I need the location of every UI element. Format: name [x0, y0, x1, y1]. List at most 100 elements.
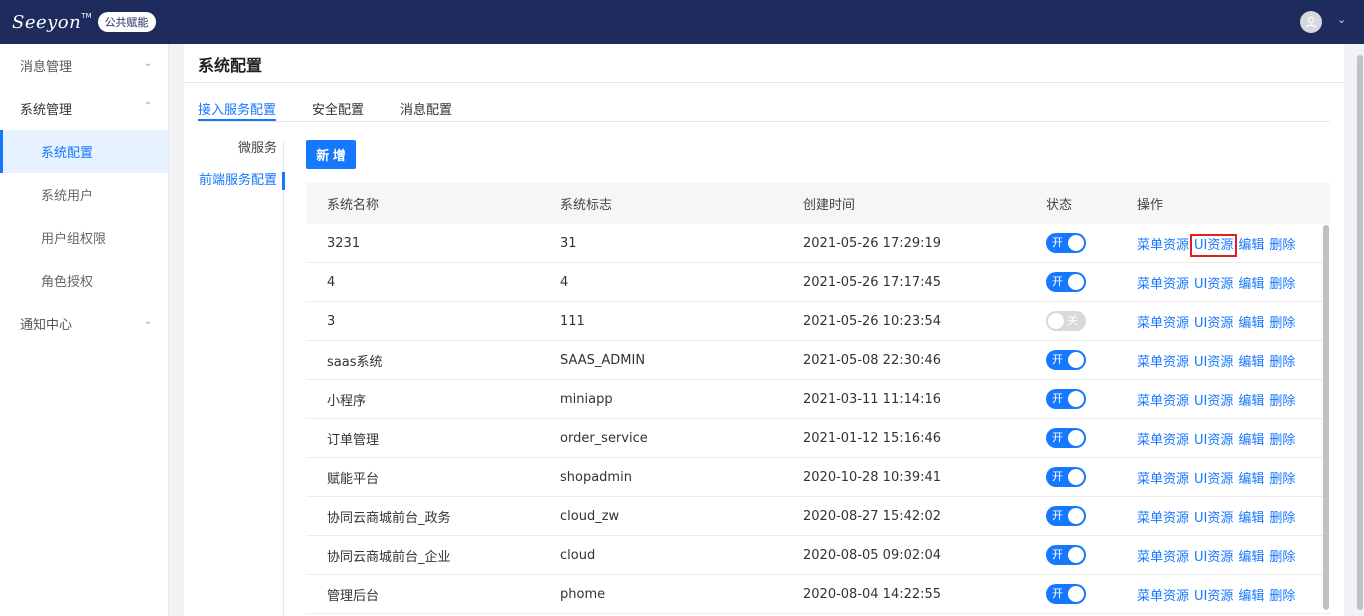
status-toggle[interactable]: 开: [1046, 584, 1086, 604]
delete-link[interactable]: 删除: [1269, 316, 1295, 331]
edit-link[interactable]: 编辑: [1238, 394, 1264, 409]
menu-resource-link[interactable]: 菜单资源: [1137, 355, 1189, 370]
menu-resource-link[interactable]: 菜单资源: [1137, 433, 1189, 448]
menu-resource-link[interactable]: 菜单资源: [1137, 277, 1189, 292]
edit-link[interactable]: 编辑: [1238, 433, 1264, 448]
cell-system-name: 协同云商城前台_政务: [327, 510, 451, 526]
delete-link[interactable]: 删除: [1269, 238, 1295, 253]
delete-link[interactable]: 删除: [1269, 550, 1295, 565]
delete-link[interactable]: 删除: [1269, 511, 1295, 526]
sidebar-item-user-group-permissions[interactable]: 用户组权限: [0, 216, 168, 259]
sidebar-item-system-config[interactable]: 系统配置: [0, 130, 168, 173]
tab-access-service-config[interactable]: 接入服务配置: [198, 99, 277, 121]
table-header: 系统名称 系统标志 创建时间 状态 操作: [306, 183, 1330, 224]
ui-resource-link[interactable]: UI资源: [1194, 316, 1233, 331]
ui-resource-link[interactable]: UI资源: [1194, 433, 1233, 448]
sub-navigation: 微服务 前端服务配置: [198, 140, 285, 616]
table-scrollbar[interactable]: [1323, 225, 1329, 610]
tab-message-config[interactable]: 消息配置: [400, 99, 452, 121]
sidebar-item-system-users[interactable]: 系统用户: [0, 173, 168, 216]
status-toggle[interactable]: 开: [1046, 428, 1086, 448]
cell-system-name: 赋能平台: [327, 471, 380, 487]
tab-security-config[interactable]: 安全配置: [312, 99, 364, 121]
ui-resource-link[interactable]: UI资源: [1189, 233, 1238, 257]
sidebar-item-label: 消息管理: [20, 60, 73, 75]
toggle-knob: [1068, 235, 1084, 251]
edit-link[interactable]: 编辑: [1238, 550, 1264, 565]
sidebar-item-label: 系统管理: [20, 103, 73, 118]
status-toggle[interactable]: 开: [1046, 350, 1086, 370]
cell-system-code: SAAS_ADMIN: [560, 352, 646, 368]
ui-resource-link[interactable]: UI资源: [1194, 472, 1233, 487]
status-toggle[interactable]: 开: [1046, 272, 1086, 292]
menu-resource-link[interactable]: 菜单资源: [1137, 394, 1189, 409]
ui-resource-link[interactable]: UI资源: [1194, 550, 1233, 565]
menu-resource-link[interactable]: 菜单资源: [1137, 238, 1189, 253]
cell-status: 开: [1025, 428, 1116, 448]
table-row: 赋能平台 shopadmin 2020-10-28 10:39:41 开 菜单资源 UI资…: [306, 458, 1330, 497]
cell-actions: 菜单资源 UI资源 编辑 删除: [1116, 390, 1330, 409]
add-button[interactable]: 新 增: [306, 140, 356, 169]
delete-link[interactable]: 删除: [1269, 394, 1295, 409]
delete-link[interactable]: 删除: [1269, 472, 1295, 487]
cell-system-name: 小程序: [327, 393, 367, 409]
sidebar-item-label: 用户组权限: [41, 232, 107, 247]
sidebar-item-label: 角色授权: [41, 275, 94, 290]
status-toggle[interactable]: 开: [1046, 389, 1086, 409]
seeyon-logo[interactable]: Seeyon TM 公共赋能: [12, 10, 156, 34]
edit-link[interactable]: 编辑: [1238, 238, 1264, 253]
status-toggle[interactable]: 开: [1046, 233, 1086, 253]
cell-actions: 菜单资源 UI资源 编辑 删除: [1116, 351, 1330, 370]
cell-system-code: 4: [560, 274, 569, 290]
sidebar-item-role-authorization[interactable]: 角色授权: [0, 259, 168, 302]
sidebar-item-label: 系统配置: [41, 146, 94, 161]
edit-link[interactable]: 编辑: [1238, 355, 1264, 370]
cell-system-code: 111: [560, 313, 585, 329]
cell-system-name: 管理后台: [327, 588, 380, 604]
delete-link[interactable]: 删除: [1269, 277, 1295, 292]
subnav-item-frontend-service-config[interactable]: 前端服务配置: [198, 172, 285, 204]
menu-resource-link[interactable]: 菜单资源: [1137, 511, 1189, 526]
status-toggle[interactable]: 关: [1046, 311, 1086, 331]
table-row: 3 111 2021-05-26 10:23:54 关 菜单资源 UI资源 编辑 删除: [306, 302, 1330, 341]
status-toggle[interactable]: 开: [1046, 506, 1086, 526]
user-avatar[interactable]: [1300, 11, 1322, 33]
sidebar-item-system-management[interactable]: 系统管理 ⌃: [0, 87, 168, 130]
ui-resource-link[interactable]: UI资源: [1194, 511, 1233, 526]
delete-link[interactable]: 删除: [1269, 355, 1295, 370]
edit-link[interactable]: 编辑: [1238, 511, 1264, 526]
delete-link[interactable]: 删除: [1269, 589, 1295, 604]
edit-link[interactable]: 编辑: [1238, 589, 1264, 604]
table-row: 协同云商城前台_政务 cloud_zw 2020-08-27 15:42:02 开 菜单…: [306, 497, 1330, 536]
sidebar-item-message-management[interactable]: 消息管理 ⌄: [0, 44, 168, 87]
edit-link[interactable]: 编辑: [1238, 472, 1264, 487]
subnav-item-microservice[interactable]: 微服务: [198, 140, 283, 172]
status-toggle[interactable]: 开: [1046, 467, 1086, 487]
menu-resource-link[interactable]: 菜单资源: [1137, 316, 1189, 331]
menu-resource-link[interactable]: 菜单资源: [1137, 550, 1189, 565]
user-menu-chevron-down-icon[interactable]: ⌄: [1337, 13, 1346, 26]
table-row: 4 4 2021-05-26 17:17:45 开 菜单资源 UI资源 编辑 删除: [306, 263, 1330, 302]
ui-resource-link[interactable]: UI资源: [1194, 355, 1233, 370]
cell-system-name: 订单管理: [327, 432, 380, 448]
toggle-knob: [1068, 586, 1084, 602]
delete-link[interactable]: 删除: [1269, 433, 1295, 448]
sidebar-item-label: 通知中心: [20, 318, 73, 333]
menu-resource-link[interactable]: 菜单资源: [1137, 472, 1189, 487]
ui-resource-link[interactable]: UI资源: [1194, 394, 1233, 409]
edit-link[interactable]: 编辑: [1238, 316, 1264, 331]
status-toggle-label: 关: [1067, 314, 1078, 327]
ui-resource-link[interactable]: UI资源: [1194, 277, 1233, 292]
cell-system-name: 3231: [327, 235, 361, 251]
page-scrollbar[interactable]: [1357, 55, 1363, 610]
user-icon: [1305, 16, 1317, 28]
ui-resource-link[interactable]: UI资源: [1194, 589, 1233, 604]
logo-trademark: TM: [81, 12, 92, 20]
menu-resource-link[interactable]: 菜单资源: [1137, 589, 1189, 604]
cell-system-code: cloud: [560, 547, 596, 563]
cell-created-time: 2021-03-11 11:14:16: [803, 391, 942, 407]
cell-created-time: 2020-08-04 14:22:55: [803, 586, 942, 602]
edit-link[interactable]: 编辑: [1238, 277, 1264, 292]
sidebar-item-notification-center[interactable]: 通知中心 ⌄: [0, 302, 168, 345]
status-toggle[interactable]: 开: [1046, 545, 1086, 565]
